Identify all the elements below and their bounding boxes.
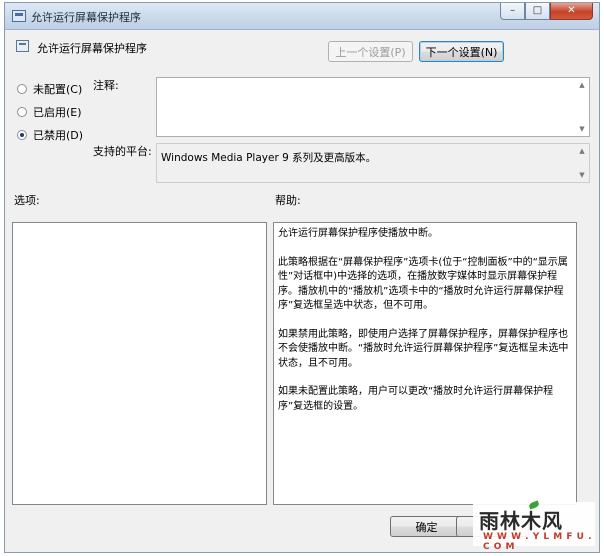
options-panel bbox=[12, 222, 267, 505]
supported-platform-label: 支持的平台: bbox=[93, 145, 152, 158]
help-paragraph: 此策略根据在“屏幕保护程序”选项卡(位于“控制面板”中的“显示属性”对话框中)中… bbox=[278, 256, 568, 312]
title-bar[interactable]: 允许运行屏幕保护程序 – □ ✕ bbox=[5, 3, 599, 30]
help-panel: 允许运行屏幕保护程序使播放中断。 此策略根据在“屏幕保护程序”选项卡(位于“控制… bbox=[273, 222, 577, 505]
comment-label: 注释: bbox=[93, 79, 119, 92]
radio-disabled[interactable]: 已禁用(D) bbox=[17, 127, 83, 143]
minimize-button[interactable]: – bbox=[500, 3, 525, 20]
help-paragraph: 允许运行屏幕保护程序使播放中断。 bbox=[278, 228, 438, 239]
ok-button[interactable]: 确定 bbox=[390, 516, 463, 537]
scroll-down-icon[interactable]: ▼ bbox=[579, 171, 584, 179]
policy-dialog-window: 允许运行屏幕保护程序 – □ ✕ 允许运行屏幕保护程序 上一个设置(P) 下一个… bbox=[4, 2, 600, 553]
policy-app-icon bbox=[12, 10, 26, 22]
comment-scrollbar[interactable]: ▲ ▼ bbox=[575, 78, 589, 136]
scroll-up-icon[interactable]: ▲ bbox=[579, 147, 584, 155]
radio-label: 未配置(C) bbox=[33, 83, 83, 96]
platform-scrollbar[interactable]: ▲ ▼ bbox=[575, 144, 589, 182]
window-title: 允许运行屏幕保护程序 bbox=[31, 11, 141, 24]
radio-enabled[interactable]: 已启用(E) bbox=[17, 104, 82, 120]
scroll-up-icon[interactable]: ▲ bbox=[579, 81, 584, 89]
watermark-main-text: 雨林木风 bbox=[479, 509, 563, 533]
help-label: 帮助: bbox=[275, 194, 301, 207]
watermark-logo: 雨林木风 W W W . Y L M F U . C O M bbox=[473, 500, 595, 552]
radio-circle[interactable] bbox=[17, 84, 27, 94]
comment-textarea[interactable]: ▲ ▼ bbox=[156, 77, 590, 137]
watermark-url-text: W W W . Y L M F U . C O M bbox=[483, 532, 592, 552]
close-button[interactable]: ✕ bbox=[550, 3, 593, 20]
supported-platform-value: Windows Media Player 9 系列及更高版本。 bbox=[161, 152, 377, 164]
next-setting-button[interactable]: 下一个设置(N) bbox=[419, 41, 504, 62]
supported-platform-field: Windows Media Player 9 系列及更高版本。 ▲ ▼ bbox=[156, 143, 590, 183]
help-paragraph: 如果未配置此策略，用户可以更改“播放时允许运行屏幕保护程序”复选框的设置。 bbox=[278, 386, 554, 412]
radio-circle[interactable] bbox=[17, 107, 27, 117]
previous-setting-button[interactable]: 上一个设置(P) bbox=[328, 41, 413, 62]
policy-setting-icon bbox=[16, 40, 29, 52]
help-text: 允许运行屏幕保护程序使播放中断。 此策略根据在“屏幕保护程序”选项卡(位于“控制… bbox=[274, 223, 576, 414]
scroll-down-icon[interactable]: ▼ bbox=[579, 125, 584, 133]
radio-circle-selected[interactable] bbox=[17, 130, 27, 140]
maximize-button[interactable]: □ bbox=[525, 3, 550, 20]
radio-label: 已禁用(D) bbox=[33, 129, 84, 142]
radio-not-configured[interactable]: 未配置(C) bbox=[17, 81, 82, 97]
radio-label: 已启用(E) bbox=[33, 106, 82, 119]
window-controls: – □ ✕ bbox=[500, 3, 593, 21]
policy-title: 允许运行屏幕保护程序 bbox=[37, 42, 147, 55]
options-label: 选项: bbox=[14, 194, 40, 207]
help-paragraph: 如果禁用此策略，即使用户选择了屏幕保护程序，屏幕保护程序也不会使播放中断。“播放… bbox=[278, 328, 569, 369]
